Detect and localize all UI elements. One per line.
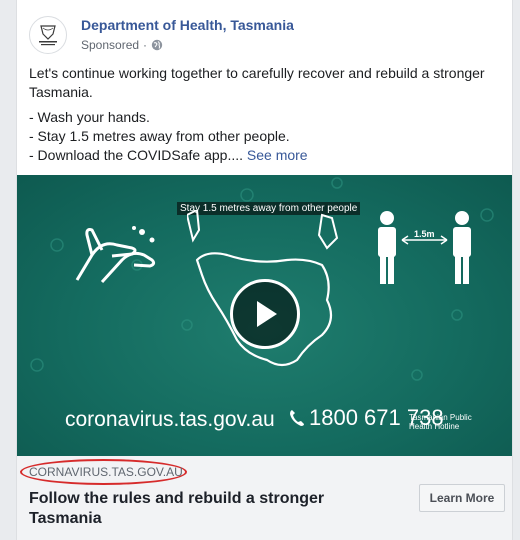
hand-washing-icon xyxy=(75,226,156,284)
meta-separator: · xyxy=(143,38,148,52)
post-intro: Let's continue working together to caref… xyxy=(29,65,485,100)
see-more-link[interactable]: See more xyxy=(247,147,308,163)
post-text: Let's continue working together to caref… xyxy=(29,64,499,165)
video-hotline-text: Tasmanian Public Health Hotline xyxy=(409,413,472,431)
globe-icon[interactable] xyxy=(151,39,163,51)
play-icon xyxy=(257,301,277,327)
link-title[interactable]: Follow the rules and rebuild a stronger … xyxy=(29,489,369,529)
post-bullet-distance: - Stay 1.5 metres away from other people… xyxy=(29,128,290,144)
post-bullet-app-text: - Download the COVIDSafe app.... xyxy=(29,147,243,163)
page-avatar[interactable] xyxy=(29,16,67,54)
link-domain: CORNAVIRUS.TAS.GOV.AU xyxy=(29,465,183,479)
sponsored-post-card: Department of Health, Tasmania Sponsored… xyxy=(16,0,513,540)
post-meta: Sponsored · xyxy=(81,38,163,52)
video-player[interactable]: Stay 1.5 metres away from other people 1… xyxy=(17,175,512,456)
phone-icon xyxy=(290,410,304,426)
post-bullet-app: - Download the COVIDSafe app.... See mor… xyxy=(29,146,499,165)
sponsored-label[interactable]: Sponsored xyxy=(81,38,139,52)
post-header: Department of Health, Tasmania Sponsored… xyxy=(29,16,499,56)
page-name-link[interactable]: Department of Health, Tasmania xyxy=(81,17,294,33)
link-preview[interactable]: CORNAVIRUS.TAS.GOV.AU Follow the rules a… xyxy=(17,456,512,540)
post-bullet-wash-hands: - Wash your hands. xyxy=(29,109,150,125)
play-button[interactable] xyxy=(230,279,300,349)
video-url-text: coronavirus.tas.gov.au xyxy=(65,408,275,431)
learn-more-button[interactable]: Learn More xyxy=(419,484,505,512)
social-distancing-icon xyxy=(378,211,471,284)
tasmanian-government-logo-icon xyxy=(39,25,57,46)
distance-label: 1.5m xyxy=(414,229,435,239)
